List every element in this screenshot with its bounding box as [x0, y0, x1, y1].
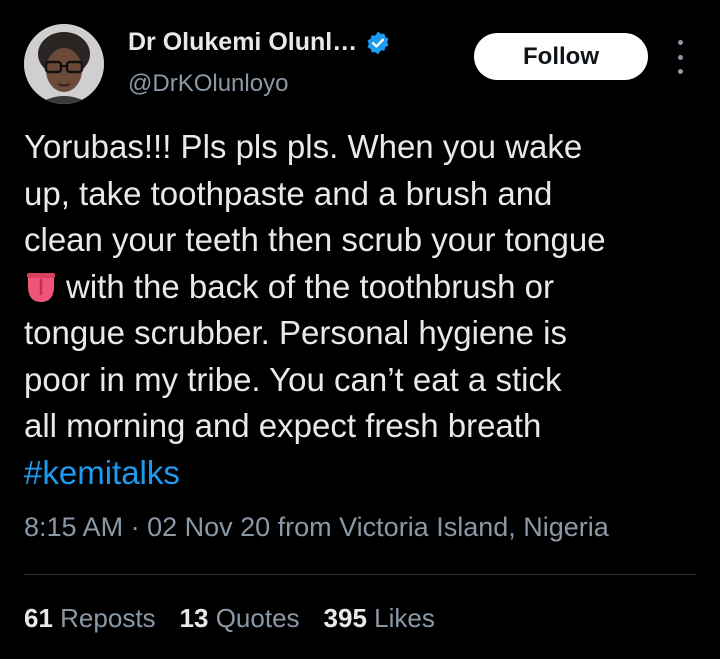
tweet-line: clean your teeth then scrub your tongue	[24, 221, 606, 258]
reposts-stat[interactable]: 61 Reposts	[24, 603, 156, 634]
tongue-emoji-icon	[24, 270, 58, 304]
dot	[677, 69, 683, 74]
likes-count: 395	[323, 603, 367, 633]
tweet-line: Yorubas!!! Pls pls pls. When you wake	[24, 128, 583, 165]
divider	[24, 574, 696, 575]
engagement-stats: 61 Reposts 13 Quotes 395 Likes	[24, 603, 435, 634]
tweet-location: from Victoria Island, Nigeria	[270, 512, 609, 542]
dot	[677, 40, 683, 45]
follow-button[interactable]: Follow	[474, 33, 648, 80]
author-handle[interactable]: @DrKOlunloyo	[128, 70, 288, 98]
meta-separator: ·	[123, 512, 148, 542]
tweet-line-text: with the back of the toothbrush or	[66, 267, 554, 305]
reposts-count: 61	[24, 603, 53, 633]
verified-badge-icon	[365, 30, 391, 56]
author-name-row: Dr Olukemi Olunl…	[128, 28, 391, 57]
tweet-line: up, take toothpaste and a brush and	[24, 174, 553, 212]
dot	[677, 54, 683, 60]
tweet-meta: 8:15 AM · 02 Nov 20 from Victoria Island…	[24, 512, 609, 543]
reposts-label: Reposts	[60, 603, 156, 633]
tweet-line: poor in my tribe. You can’t eat a stick	[24, 360, 562, 398]
tweet-line: all morning and expect fresh breath	[24, 407, 542, 444]
quotes-count: 13	[179, 603, 209, 633]
quotes-label: Quotes	[215, 603, 300, 633]
author-display-name[interactable]: Dr Olukemi Olunl…	[128, 28, 357, 57]
likes-label: Likes	[374, 603, 435, 633]
avatar[interactable]	[24, 24, 104, 104]
tweet-line: tongue scrubber. Personal hygiene is	[24, 314, 568, 351]
tweet-date[interactable]: 02 Nov 20	[147, 512, 270, 542]
tweet-text: Yorubas!!! Pls pls pls. When you wake up…	[24, 124, 696, 496]
profile-photo	[24, 24, 104, 104]
tweet-line-with-emoji: with the back of the toothbrush or	[24, 264, 696, 311]
hashtag-link[interactable]: #kemitalks	[24, 450, 696, 497]
tweet-time[interactable]: 8:15 AM	[24, 512, 123, 542]
quotes-stat[interactable]: 13 Quotes	[180, 603, 300, 634]
likes-stat[interactable]: 395 Likes	[324, 603, 435, 634]
more-options-icon[interactable]	[668, 40, 692, 74]
